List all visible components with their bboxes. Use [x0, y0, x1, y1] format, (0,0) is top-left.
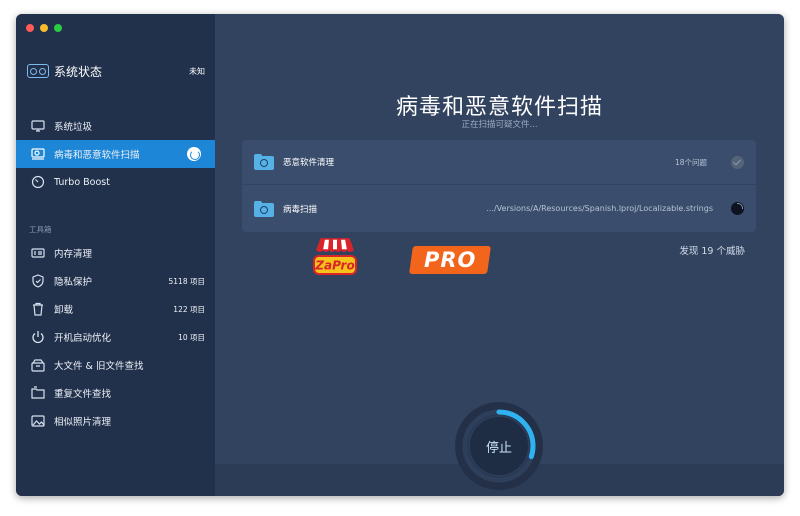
scan-row-name: 病毒扫描: [283, 204, 318, 215]
speedometer-icon: [31, 175, 45, 189]
toolbox-section-label: 工具箱: [29, 225, 52, 234]
pro-badge: PRO: [409, 246, 491, 274]
sidebar-item-uninstall[interactable]: 卸载 122 项目: [16, 295, 215, 323]
scan-current-file-path: .../Versions/A/Resources/Spanish.lproj/L…: [486, 204, 713, 213]
sidebar-item-duplicates[interactable]: 重复文件查找: [16, 379, 215, 407]
sidebar-item-memory-clean[interactable]: 内存清理: [16, 239, 215, 267]
power-icon: [31, 330, 45, 344]
scan-row-name: 恶意软件清理: [283, 158, 335, 168]
shield-icon: [31, 274, 45, 288]
threats-found-count: 发现 19 个威胁: [679, 246, 745, 257]
sidebar-item-label: 开机启动优化: [54, 333, 112, 344]
item-count: 122 项目: [173, 304, 205, 314]
scan-row-issue-count: 18个问题: [674, 157, 707, 167]
sidebar-item-turbo-boost[interactable]: Turbo Boost: [16, 168, 215, 196]
sidebar-item-malware-scan[interactable]: 病毒和恶意软件扫描: [16, 140, 215, 168]
system-status-title: 系统状态: [54, 64, 103, 79]
logo-text: ZaPro: [314, 259, 354, 273]
trash-icon: [31, 302, 45, 316]
malware-folder-icon: [254, 154, 274, 170]
sidebar-item-label: 内存清理: [54, 249, 93, 260]
scan-results-card: 恶意软件清理 18个问题 病毒扫描 .../Versions/A/Resourc…: [242, 140, 756, 232]
page-title: 病毒和恶意软件扫描: [395, 95, 603, 120]
photo-icon: [31, 414, 45, 428]
close-window-button[interactable]: [26, 24, 34, 32]
sidebar-item-label: 大文件 & 旧文件查找: [54, 361, 144, 372]
stop-button[interactable]: 停止: [468, 415, 530, 477]
minimize-window-button[interactable]: [40, 24, 48, 32]
item-count: 5118 项目: [168, 276, 205, 286]
system-status[interactable]: 系统状态 未知: [27, 61, 205, 81]
pro-badge-text: PRO: [423, 248, 477, 272]
zapro-logo: ZaPro: [313, 238, 357, 275]
scan-progress-badge-icon: [187, 147, 201, 161]
memory-icon: [31, 246, 45, 260]
item-count: 10 项目: [178, 332, 205, 342]
scan-status-text: 正在扫描可疑文件...: [461, 120, 538, 130]
sidebar-item-system-junk[interactable]: 系统垃圾: [16, 112, 215, 140]
zoom-window-button[interactable]: [54, 24, 62, 32]
check-icon: [731, 155, 744, 169]
scanning-spinner-icon: [731, 202, 744, 215]
monitor-icon: [31, 119, 45, 133]
sidebar-item-label: 系统垃圾: [54, 122, 93, 133]
traffic-lights: [26, 24, 62, 32]
sidebar-item-label: 病毒和恶意软件扫描: [54, 150, 140, 161]
box-icon: [31, 358, 45, 372]
system-status-value: 未知: [189, 66, 205, 76]
sidebar-item-startup[interactable]: 开机启动优化 10 项目: [16, 323, 215, 351]
sidebar-item-label: 卸载: [54, 305, 74, 316]
sidebar-item-label: 相似照片清理: [54, 417, 112, 428]
app-window: 系统状态 未知 系统垃圾 病毒和恶意软件扫描 Turbo Boost 工具箱 内…: [16, 14, 784, 496]
scan-monitor-icon: [31, 147, 45, 161]
folders-icon: [31, 386, 45, 400]
sidebar-item-label: 隐私保护: [54, 277, 93, 288]
sidebar-item-label: Turbo Boost: [54, 176, 110, 188]
sidebar-item-privacy[interactable]: 隐私保护 5118 项目: [16, 267, 215, 295]
virus-folder-icon: [254, 200, 274, 217]
scan-row-malware[interactable]: 恶意软件清理 18个问题: [242, 140, 756, 185]
scan-row-virus[interactable]: 病毒扫描 .../Versions/A/Resources/Spanish.lp…: [242, 186, 756, 231]
system-status-icon: [27, 64, 49, 78]
sidebar-item-large-files[interactable]: 大文件 & 旧文件查找: [16, 351, 215, 379]
sidebar-item-similar-photos[interactable]: 相似照片清理: [16, 407, 215, 435]
sidebar-item-label: 重复文件查找: [54, 389, 112, 400]
main-panel: 病毒和恶意软件扫描 正在扫描可疑文件... 恶意软件清理 18个问题 病毒扫描 …: [215, 14, 784, 496]
sidebar: 系统状态 未知 系统垃圾 病毒和恶意软件扫描 Turbo Boost 工具箱 内…: [16, 14, 215, 496]
